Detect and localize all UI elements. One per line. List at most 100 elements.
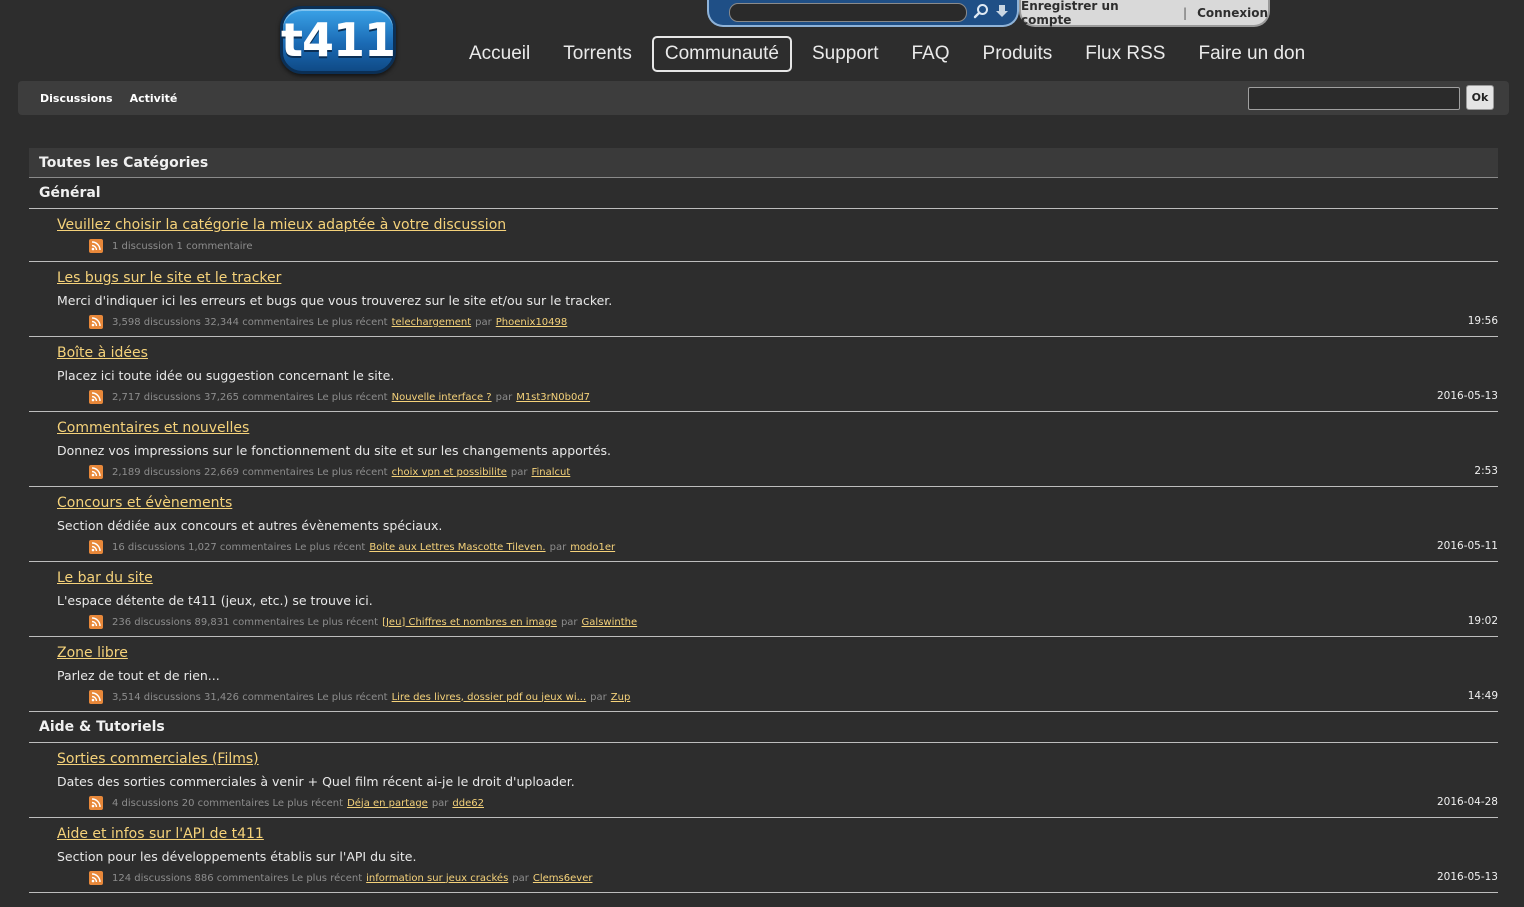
rss-icon[interactable] xyxy=(89,239,103,253)
author-link[interactable]: Galswinthe xyxy=(582,617,638,628)
recent-discussion-link[interactable]: Déja en partage xyxy=(347,798,428,809)
rss-icon[interactable] xyxy=(89,871,103,885)
category-title[interactable]: Zone libre xyxy=(57,645,128,661)
category-meta: 236 discussions 89,831 commentaires Le p… xyxy=(89,615,641,629)
recent-discussion-link[interactable]: Boite aux Lettres Mascotte Tileven. xyxy=(369,542,545,553)
category-stats: 3,598 discussions 32,344 commentaires xyxy=(112,316,314,328)
author-link[interactable]: Clems6ever xyxy=(533,873,593,884)
category-meta: 3,514 discussions 31,426 commentaires Le… xyxy=(89,690,634,704)
last-activity-date: 14:49 xyxy=(1467,690,1498,702)
rss-icon[interactable] xyxy=(89,465,103,479)
nav-produits[interactable]: Produits xyxy=(970,36,1066,72)
category-row: Le bar du site L'espace détente de t411 … xyxy=(29,562,1498,637)
recent-prefix: Le plus récent xyxy=(317,691,388,703)
recent-prefix: Le plus récent xyxy=(291,872,363,884)
recent-discussion-link[interactable]: telechargement xyxy=(392,317,472,328)
register-link[interactable]: Enregistrer un compte xyxy=(1021,0,1173,27)
rss-icon[interactable] xyxy=(89,796,103,810)
category-meta: 3,598 discussions 32,344 commentaires Le… xyxy=(89,315,571,329)
top-search-input[interactable] xyxy=(729,3,967,22)
rss-icon[interactable] xyxy=(89,615,103,629)
last-activity-date: 2016-05-13 xyxy=(1436,871,1498,883)
by-label: par xyxy=(560,616,578,628)
nav-communaute[interactable]: Communauté xyxy=(651,36,792,72)
rss-icon[interactable] xyxy=(89,690,103,704)
nav-faire-un-don[interactable]: Faire un don xyxy=(1185,36,1318,72)
t411-logo[interactable]: t411 xyxy=(280,6,396,74)
all-categories-header: Toutes les Catégories xyxy=(29,148,1498,178)
category-title[interactable]: Boîte à idées xyxy=(57,345,148,361)
last-activity-date: 2016-05-11 xyxy=(1436,540,1498,552)
search-ok-button[interactable]: Ok xyxy=(1466,85,1494,110)
forum-search-input[interactable] xyxy=(1248,87,1460,110)
group-heading: Aide & Tutoriels xyxy=(29,712,1498,743)
recent-discussion-link[interactable]: Nouvelle interface ? xyxy=(392,392,492,403)
last-activity-date: 2016-04-28 xyxy=(1436,796,1498,808)
arrow-down-icon[interactable] xyxy=(995,3,1009,22)
category-description: Section dédiée aux concours et autres év… xyxy=(57,518,443,533)
category-title[interactable]: Les bugs sur le site et le tracker xyxy=(57,270,281,286)
category-row: Commentaires et nouvelles Donnez vos imp… xyxy=(29,412,1498,487)
author-link[interactable]: Phoenix10498 xyxy=(496,317,567,328)
category-description: Merci d'indiquer ici les erreurs et bugs… xyxy=(57,293,613,308)
category-meta: 124 discussions 886 commentaires Le plus… xyxy=(89,871,596,885)
activite-link[interactable]: Activité xyxy=(130,92,178,105)
discussions-link[interactable]: Discussions xyxy=(40,92,113,105)
last-activity-date: 19:56 xyxy=(1467,315,1498,327)
nav-torrents[interactable]: Torrents xyxy=(550,36,645,72)
recent-discussion-link[interactable]: choix vpn et possibilite xyxy=(392,467,507,478)
by-label: par xyxy=(510,466,528,478)
recent-prefix: Le plus récent xyxy=(317,391,388,403)
by-label: par xyxy=(512,872,529,884)
recent-discussion-link[interactable]: information sur jeux crackés xyxy=(366,873,508,884)
category-stats: 1 discussion 1 commentaire xyxy=(112,240,253,252)
category-meta: 2,717 discussions 37,265 commentaires Le… xyxy=(89,390,594,404)
category-description: L'espace détente de t411 (jeux, etc.) se… xyxy=(57,593,373,608)
category-stats: 2,189 discussions 22,669 commentaires xyxy=(112,466,314,478)
category-description: Placez ici toute idée ou suggestion conc… xyxy=(57,368,395,383)
author-link[interactable]: M1st3rN0b0d7 xyxy=(516,392,590,403)
category-stats: 4 discussions 20 commentaires xyxy=(112,797,270,809)
category-description: Donnez vos impressions sur le fonctionne… xyxy=(57,443,612,458)
category-title[interactable]: Sorties commerciales (Films) xyxy=(57,751,259,767)
category-row: Les bugs sur le site et le tracker Merci… xyxy=(29,262,1498,337)
forum-subnav: Discussions Activité Ok xyxy=(18,81,1509,115)
category-title[interactable]: Veuillez choisir la catégorie la mieux a… xyxy=(57,217,506,233)
recent-prefix: Le plus récent xyxy=(317,466,388,478)
category-row: Veuillez choisir la catégorie la mieux a… xyxy=(29,209,1498,262)
by-label: par xyxy=(495,391,513,403)
nav-accueil[interactable]: Accueil xyxy=(456,36,543,72)
recent-discussion-link[interactable]: Lire des livres, dossier pdf ou jeux wi.… xyxy=(392,692,587,703)
rss-icon[interactable] xyxy=(89,315,103,329)
search-icon[interactable] xyxy=(973,3,989,23)
last-activity-date: 2016-05-13 xyxy=(1436,390,1498,402)
nav-support[interactable]: Support xyxy=(799,36,892,72)
recent-prefix: Le plus récent xyxy=(294,541,366,553)
author-link[interactable]: Zup xyxy=(611,692,631,703)
rss-icon[interactable] xyxy=(89,540,103,554)
rss-icon[interactable] xyxy=(89,390,103,404)
author-link[interactable]: Finalcut xyxy=(532,467,571,478)
author-link[interactable]: dde62 xyxy=(452,798,484,809)
category-title[interactable]: Commentaires et nouvelles xyxy=(57,420,249,436)
category-stats: 124 discussions 886 commentaires xyxy=(112,872,289,884)
category-row: Zone libre Parlez de tout et de rien... … xyxy=(29,637,1498,712)
category-stats: 16 discussions 1,027 commentaires xyxy=(112,541,292,553)
category-title[interactable]: Concours et évènements xyxy=(57,495,232,511)
top-search-bar xyxy=(707,0,1019,27)
category-meta: 2,189 discussions 22,669 commentaires Le… xyxy=(89,465,574,479)
category-title[interactable]: Aide et infos sur l'API de t411 xyxy=(57,826,264,842)
category-row: Boîte à idées Placez ici toute idée ou s… xyxy=(29,337,1498,412)
by-label: par xyxy=(431,797,449,809)
category-stats: 2,717 discussions 37,265 commentaires xyxy=(112,391,314,403)
author-link[interactable]: modo1er xyxy=(570,542,615,553)
nav-faq[interactable]: FAQ xyxy=(899,36,963,72)
nav-flux-rss[interactable]: Flux RSS xyxy=(1072,36,1178,72)
last-activity-date: 2:53 xyxy=(1474,465,1498,477)
by-label: par xyxy=(549,541,567,553)
category-title[interactable]: Le bar du site xyxy=(57,570,153,586)
login-link[interactable]: Connexion xyxy=(1197,6,1268,20)
category-meta: 1 discussion 1 commentaire xyxy=(89,239,253,253)
category-stats: 236 discussions 89,831 commentaires xyxy=(112,616,305,628)
recent-discussion-link[interactable]: [Jeu] Chiffres et nombres en image xyxy=(382,617,557,628)
